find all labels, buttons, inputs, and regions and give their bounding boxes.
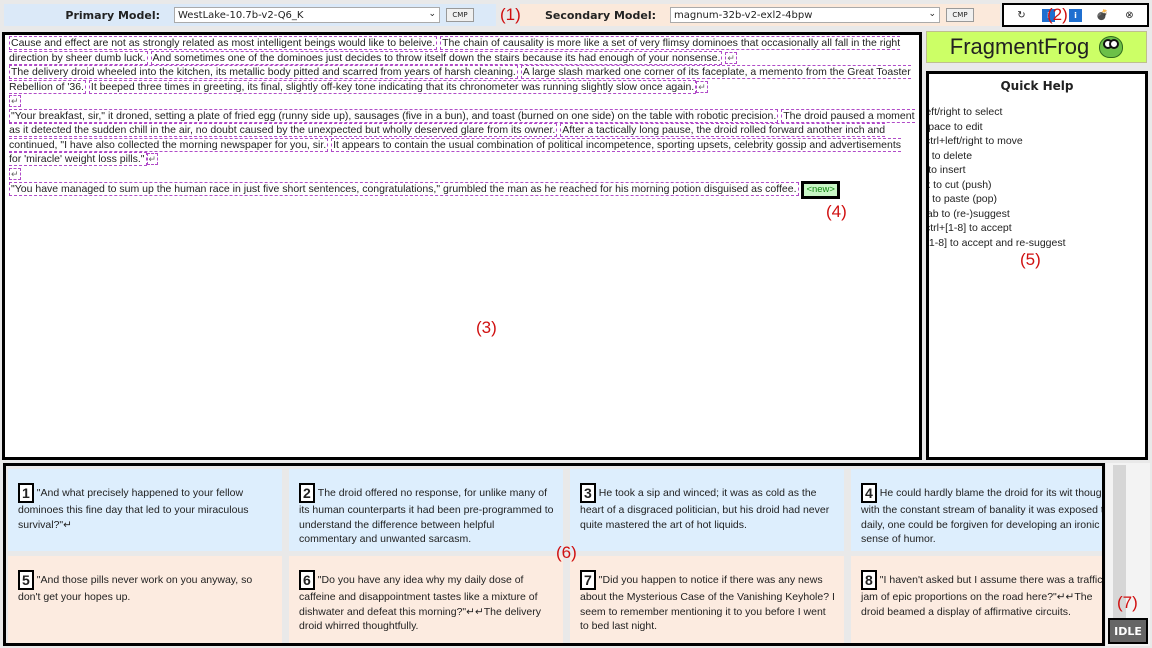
primary-cmp-button[interactable]: CMP (446, 8, 474, 22)
suggestion-number: 1 (18, 483, 34, 503)
info-icon[interactable]: i (1069, 8, 1082, 22)
fragment-editor[interactable]: Cause and effect are not as strongly rel… (2, 32, 922, 460)
status-badge: IDLE (1108, 618, 1148, 644)
suggestion-text: "And those pills never work on you anywa… (18, 573, 253, 603)
help-line: tab to (re-)suggest (926, 207, 1010, 220)
fragment[interactable]: It beeped three times in greeting, its f… (88, 79, 697, 94)
suggestions-panel: 1 "And what precisely happened to your fe… (3, 463, 1105, 646)
annotation-1: (1) (500, 5, 521, 24)
suggestion-text: "I haven't asked but I assume there was … (861, 573, 1103, 618)
close-icon[interactable]: ⊗ (1123, 9, 1136, 22)
suggestion-card-5[interactable]: 5 "And those pills never work on you anyw… (8, 556, 282, 643)
toolbar: ↻ i i 💣 ⊗ (1002, 3, 1149, 27)
app-logo: FragmentFrog (926, 31, 1147, 63)
paragraph-break[interactable]: ↵ (9, 167, 21, 180)
annotation-4: (4) (826, 202, 847, 221)
help-line: ctrl+left/right to move (926, 135, 1023, 147)
chevron-down-icon: ⌄ (928, 9, 936, 19)
chevron-down-icon: ⌄ (428, 9, 436, 19)
suggestion-card-8[interactable]: 8 "I haven't asked but I assume there was… (851, 556, 1103, 643)
paragraph-break[interactable]: ↵ (9, 95, 21, 107)
suggestion-text: He took a sip and winced; it was as cold… (580, 486, 830, 531)
help-line: [1-8] to accept and re-suggest (926, 236, 1066, 249)
primary-model-select[interactable]: WestLake-10.7b-v2-Q6_K ⌄ (174, 7, 440, 23)
suggestion-number: 4 (861, 483, 877, 503)
suggestion-text: "Do you have any idea why my daily dose … (299, 573, 541, 632)
secondary-model-bar: Secondary Model: magnum-32b-v2-exl2-4bpw… (520, 4, 1000, 26)
secondary-model-label: Secondary Model: (544, 8, 656, 22)
suggestion-card-6[interactable]: 6 "Do you have any idea why my daily dose… (289, 556, 563, 643)
primary-model-bar: Primary Model: WestLake-10.7b-v2-Q6_K ⌄ … (4, 4, 496, 26)
primary-model-value: WestLake-10.7b-v2-Q6_K (178, 9, 304, 21)
annotation-5: (5) (1020, 250, 1041, 269)
help-line: ctrl+[1-8] to accept (926, 222, 1012, 234)
suggestion-number: 5 (18, 570, 34, 590)
help-line: v to paste (pop) (926, 193, 997, 205)
brand-name: FragmentFrog (949, 34, 1090, 59)
annotation-3: (3) (476, 318, 497, 337)
annotation-6: (6) (556, 543, 577, 562)
bomb-icon[interactable]: 💣 (1096, 9, 1109, 22)
secondary-model-value: magnum-32b-v2-exl2-4bpw (674, 9, 813, 21)
suggestion-card-3[interactable]: 3 He took a sip and winced; it was as col… (570, 469, 844, 551)
fragment[interactable]: The delivery droid wheeled into the kitc… (9, 65, 518, 79)
suggestion-number: 3 (580, 483, 596, 503)
help-line: d to delete (926, 149, 973, 162)
suggestion-card-7[interactable]: 7 "Did you happen to notice if there was … (570, 556, 844, 643)
suggestion-text: The droid offered no response, for unlik… (299, 486, 554, 545)
paragraph-break[interactable]: ↵ (725, 51, 737, 64)
suggestion-card-4[interactable]: 4 He could hardly blame the droid for its… (851, 469, 1105, 551)
suggestion-card-1[interactable]: 1 "And what precisely happened to your fe… (8, 469, 282, 551)
help-line: i to insert (926, 164, 966, 176)
secondary-cmp-button[interactable]: CMP (946, 8, 974, 22)
fragment[interactable]: And sometimes one of the dominoes just d… (150, 50, 723, 65)
quick-help-title: Quick Help (1000, 79, 1074, 93)
annotation-7: (7) (1117, 593, 1138, 612)
annotation-2: (2) (1047, 5, 1068, 24)
help-line: space to edit (926, 120, 983, 133)
suggestion-number: 7 (580, 570, 596, 590)
suggestion-number: 2 (299, 483, 315, 503)
suggestion-number: 8 (861, 570, 877, 590)
fragment[interactable]: "Your breakfast, sir," it droned, settin… (9, 108, 779, 123)
suggestion-text: "And what precisely happened to your fel… (18, 486, 249, 531)
suggestion-text: "Did you happen to notice if there was a… (580, 573, 835, 632)
paragraph-break[interactable]: ↵ (146, 153, 159, 165)
secondary-model-select[interactable]: magnum-32b-v2-exl2-4bpw ⌄ (670, 7, 940, 23)
help-line: left/right to select (926, 106, 1003, 118)
suggestion-text: He could hardly blame the droid for its … (861, 486, 1105, 545)
primary-model-label: Primary Model: (65, 8, 160, 22)
fragment[interactable]: Cause and effect are not as strongly rel… (9, 36, 438, 50)
frog-icon (1099, 36, 1124, 58)
refresh-icon[interactable]: ↻ (1015, 9, 1028, 22)
fragment[interactable]: "You have managed to sum up the human ra… (9, 182, 799, 196)
suggestion-number: 6 (299, 570, 315, 590)
new-fragment-cursor[interactable]: <new> (801, 181, 840, 199)
help-line: x to cut (push) (926, 178, 992, 191)
suggestion-card-2[interactable]: 2 The droid offered no response, for unli… (289, 469, 563, 551)
paragraph-break[interactable]: ↵ (696, 80, 708, 93)
